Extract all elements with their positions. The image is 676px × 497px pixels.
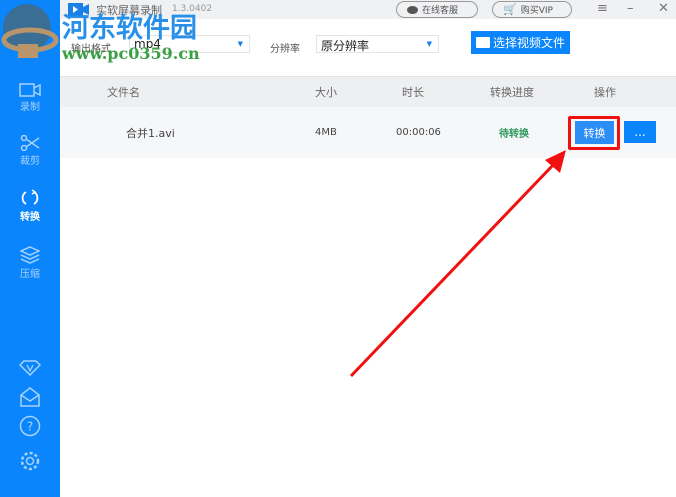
annotation-arrow [349, 150, 566, 378]
watermark-url: www.pc0359.cn [62, 44, 200, 63]
watermark-site-name: 河东软件园 [62, 13, 197, 44]
